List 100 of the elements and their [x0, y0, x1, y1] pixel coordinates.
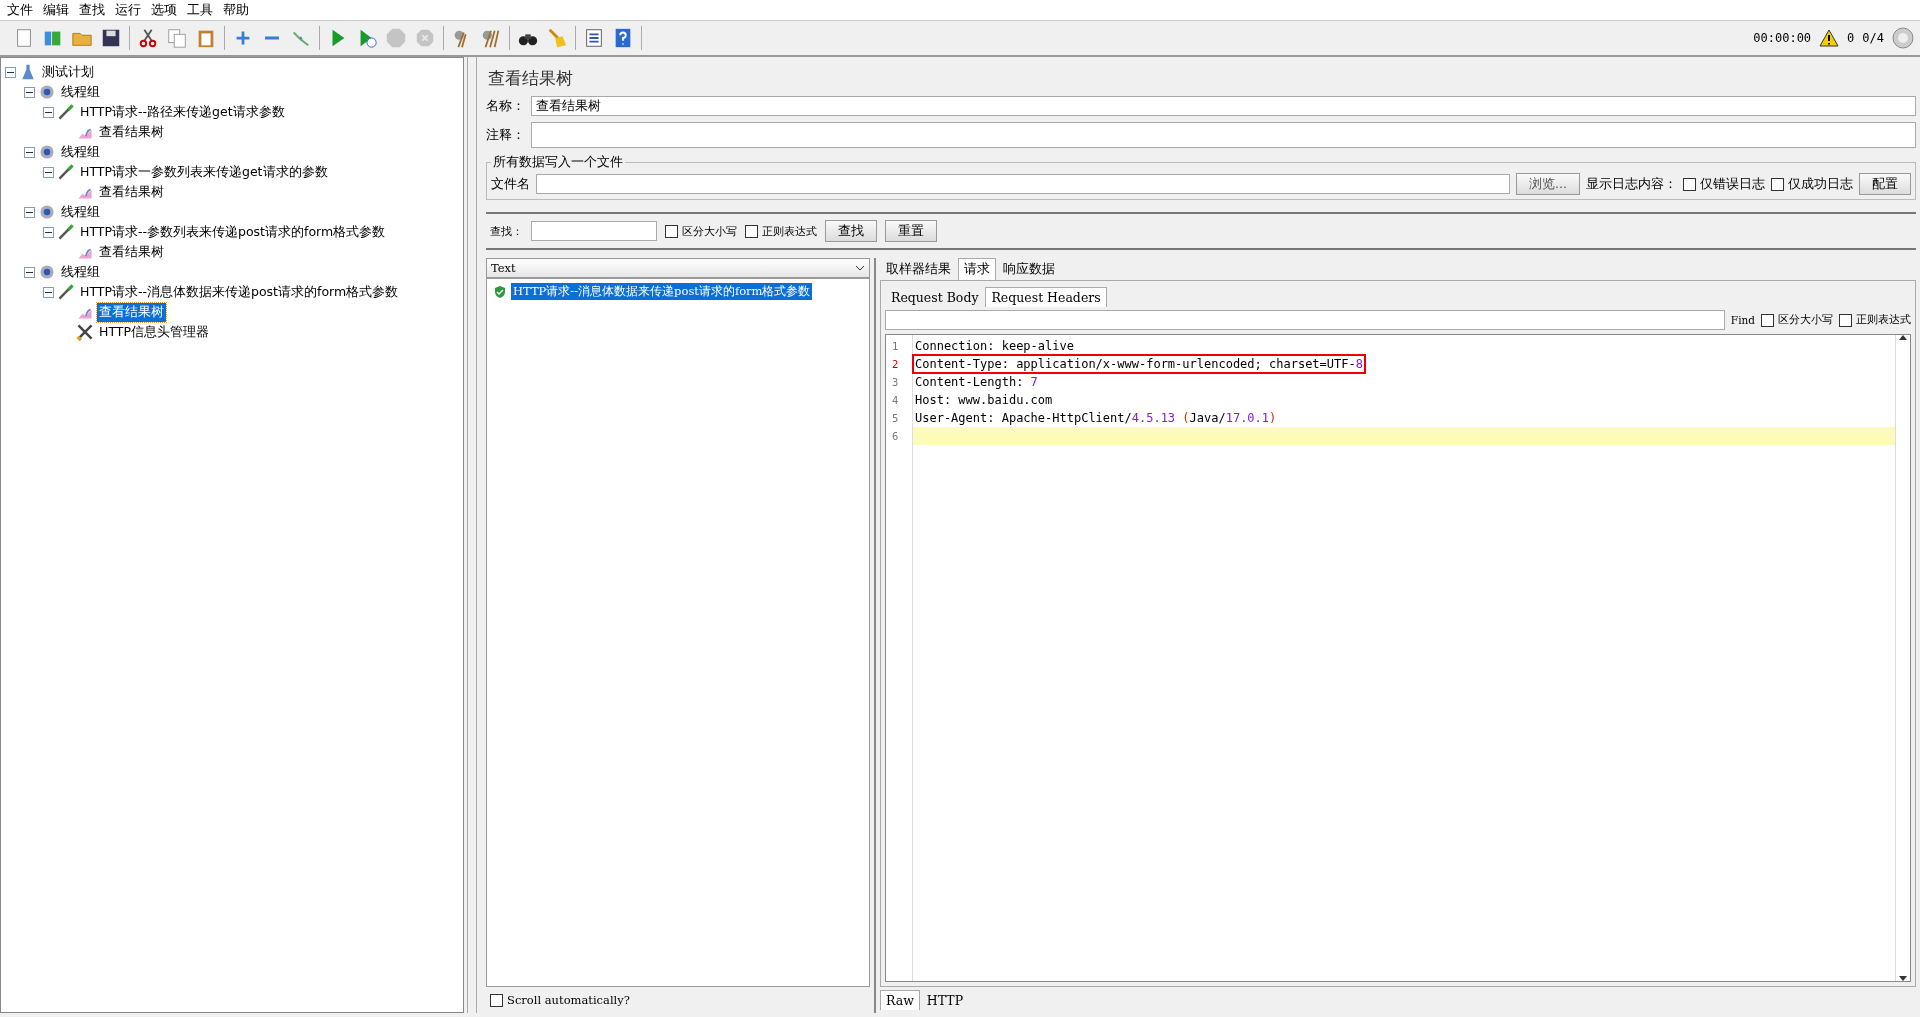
- menu-item[interactable]: 帮助: [220, 1, 256, 19]
- tab[interactable]: Request Headers: [985, 287, 1107, 307]
- tree-item[interactable]: 查看结果树: [97, 122, 166, 142]
- caret-icon: [855, 264, 865, 272]
- field-label: 文件名: [491, 175, 530, 193]
- code-line: User-Agent: Apache-HttpClient/4.5.13 (Java/17.0.1): [914, 410, 1278, 427]
- pipette-icon: [57, 283, 75, 301]
- tab[interactable]: 取样器结果: [880, 258, 957, 280]
- comment-field[interactable]: [531, 122, 1916, 148]
- line-number: 1: [891, 339, 900, 354]
- tree-item[interactable]: 查看结果树: [97, 182, 166, 202]
- tab[interactable]: Raw: [880, 990, 920, 1010]
- scroll-down-icon[interactable]: [1899, 976, 1907, 981]
- checkbox[interactable]: 区分大小写: [1761, 313, 1833, 327]
- menu-item[interactable]: 编辑: [40, 1, 76, 19]
- tree-item[interactable]: 线程组: [59, 262, 102, 282]
- panel-title: 查看结果树: [487, 67, 574, 90]
- code-line: Content-Type: application/x-www-form-urlencoded; charset=UTF-8: [913, 355, 1365, 373]
- menu-item[interactable]: 文件: [4, 1, 40, 19]
- file-field[interactable]: [536, 174, 1511, 194]
- octagon-x-icon: [414, 27, 436, 49]
- tree-item[interactable]: 查看结果树: [97, 302, 166, 322]
- collapse-toggle[interactable]: [24, 86, 35, 98]
- line-number: 5: [891, 411, 900, 426]
- gear-icon: [38, 203, 56, 221]
- result-item[interactable]: HTTP请求--消息体数据来传递post请求的form格式参数: [511, 283, 813, 300]
- renderer-dropdown[interactable]: Text: [486, 258, 870, 278]
- floppy-icon: [100, 27, 122, 49]
- checkbox[interactable]: 区分大小写: [665, 223, 737, 239]
- checkbox[interactable]: 正则表达式: [1839, 313, 1911, 327]
- broom-icon: [546, 27, 568, 49]
- thread-count: 0/4: [1862, 31, 1884, 45]
- search-field[interactable]: [531, 221, 657, 241]
- pipette-icon: [57, 223, 75, 241]
- line-number: 4: [891, 393, 900, 408]
- tree-item[interactable]: 线程组: [59, 142, 102, 162]
- pipette-icon: [57, 103, 75, 121]
- timer: 00:00:00: [1753, 31, 1812, 45]
- collapse-toggle[interactable]: [24, 206, 35, 218]
- stop-icon: [385, 27, 407, 49]
- find-button[interactable]: 查找: [825, 220, 877, 242]
- tree-item[interactable]: HTTP请求--路径来传递get请求参数: [78, 102, 287, 122]
- list-icon: [583, 27, 605, 49]
- copy-button[interactable]: [165, 26, 189, 50]
- checkbox[interactable]: 仅成功日志: [1771, 175, 1853, 193]
- reset-button[interactable]: 重置: [885, 220, 937, 242]
- tab[interactable]: HTTP: [920, 990, 970, 1010]
- scrollbar[interactable]: [1895, 335, 1910, 981]
- tree-item[interactable]: HTTP信息头管理器: [97, 322, 211, 342]
- menu-item[interactable]: 工具: [184, 1, 220, 19]
- collapse-toggle[interactable]: [24, 266, 35, 278]
- shield-check-icon: [493, 284, 507, 299]
- splitter[interactable]: [467, 57, 477, 1013]
- tools-icon: [76, 323, 94, 341]
- tree-item[interactable]: HTTP请求一参数列表来传递get请求的参数: [78, 162, 330, 182]
- collapse-toggle[interactable]: [43, 286, 54, 298]
- tab[interactable]: 响应数据: [997, 258, 1061, 280]
- field-label: Find: [1730, 314, 1755, 326]
- copy-icon: [166, 27, 188, 49]
- browse-button[interactable]: 浏览...: [1516, 173, 1580, 195]
- tree-item[interactable]: 查看结果树: [97, 242, 166, 262]
- code-line: Connection: keep-alive: [914, 338, 1075, 355]
- menu-item[interactable]: 查找: [76, 1, 112, 19]
- menu-item[interactable]: 运行: [112, 1, 148, 19]
- name-field[interactable]: 查看结果树: [531, 96, 1916, 116]
- field-label: 名称：: [486, 97, 525, 115]
- status-icon[interactable]: [1892, 27, 1914, 49]
- field-label: 查找：: [490, 223, 523, 239]
- gear-icon: [38, 143, 56, 161]
- tree-item[interactable]: 测试计划: [40, 62, 96, 82]
- tree-item[interactable]: 线程组: [59, 202, 102, 222]
- checkbox[interactable]: Scroll automatically?: [490, 993, 630, 1007]
- checkbox[interactable]: 仅错误日志: [1683, 175, 1765, 193]
- brooms-icon: [480, 27, 502, 49]
- menu-item[interactable]: 选项: [148, 1, 184, 19]
- collapse-toggle[interactable]: [43, 106, 54, 118]
- minus-icon: [264, 36, 280, 40]
- find-field[interactable]: [885, 310, 1725, 330]
- pipette-icon: [57, 163, 75, 181]
- tab[interactable]: 请求: [958, 258, 996, 280]
- tree-item[interactable]: HTTP请求--参数列表来传递post请求的form格式参数: [78, 222, 388, 242]
- configure-button[interactable]: 配置: [1859, 173, 1911, 195]
- scroll-up-icon[interactable]: [1899, 335, 1907, 340]
- tab[interactable]: Request Body: [885, 287, 985, 307]
- checkbox[interactable]: 正则表达式: [745, 223, 817, 239]
- warning-count: 0: [1847, 31, 1855, 45]
- field-label: 注释：: [486, 126, 525, 144]
- tree-item[interactable]: HTTP请求--消息体数据来传递post请求的form格式参数: [78, 282, 401, 302]
- collapse-toggle[interactable]: [43, 226, 54, 238]
- line-number: 3: [891, 375, 900, 390]
- code-line: Content-Length: 7: [914, 374, 1039, 391]
- gear-icon: [38, 83, 56, 101]
- collapse-toggle[interactable]: [43, 166, 54, 178]
- field-label: 显示日志内容：: [1586, 175, 1677, 193]
- warning-icon[interactable]: [1819, 29, 1840, 47]
- collapse-toggle[interactable]: [24, 146, 35, 158]
- collapse-toggle[interactable]: [5, 66, 16, 78]
- line-number: 2: [891, 357, 900, 372]
- tree-item[interactable]: 线程组: [59, 82, 102, 102]
- line-number: 6: [891, 429, 900, 444]
